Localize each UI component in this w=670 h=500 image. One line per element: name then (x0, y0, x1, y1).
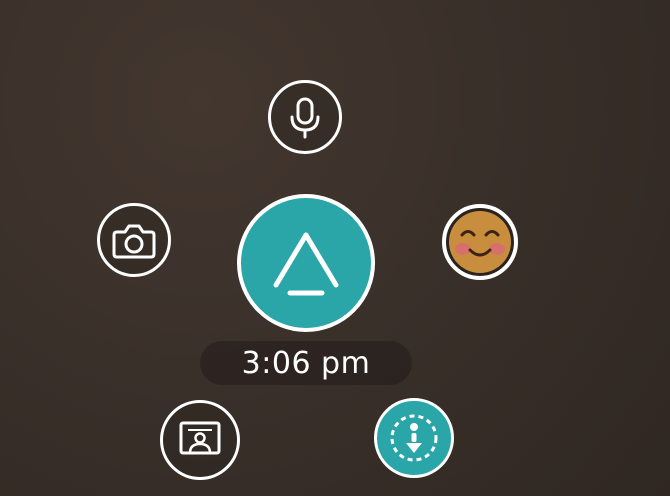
camera-button[interactable] (97, 203, 171, 277)
clock-pill: 3:06 pm (200, 341, 412, 385)
microphone-icon (283, 93, 327, 141)
share-screen-button[interactable] (160, 400, 240, 480)
locomotion-button[interactable] (374, 398, 454, 478)
radial-menu-stage: 3:06 pm (0, 0, 670, 500)
camera-icon (111, 220, 157, 260)
smiling-face-emoji-icon (447, 209, 513, 275)
screen-share-person-icon (177, 418, 223, 462)
home-button[interactable] (237, 194, 375, 332)
bottom-divider (0, 496, 670, 500)
clock-time: 3:06 pm (241, 345, 371, 381)
emoji-button[interactable] (442, 204, 518, 280)
teleport-person-icon (386, 410, 442, 466)
microphone-button[interactable] (268, 80, 342, 154)
home-arrow-icon (266, 223, 346, 303)
